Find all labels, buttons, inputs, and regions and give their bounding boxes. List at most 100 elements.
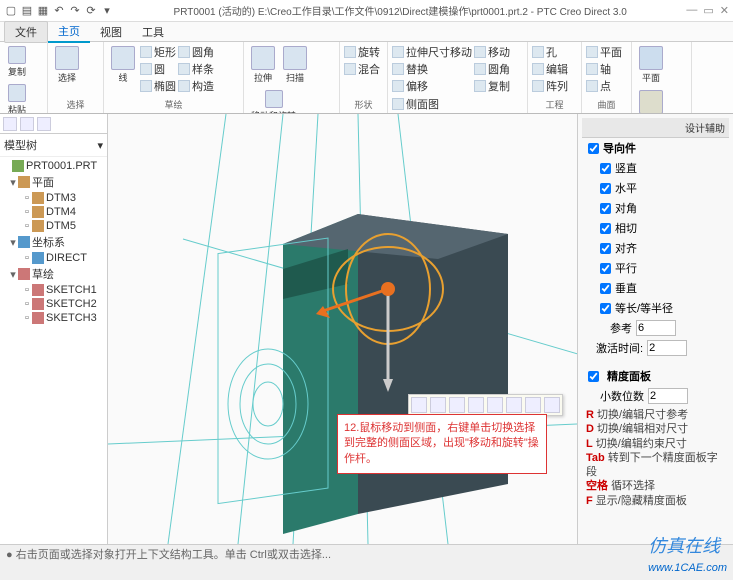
tab-view[interactable]: 视图 — [90, 22, 132, 42]
revolve-button[interactable]: 旋转 — [344, 44, 380, 60]
ribbon-group-shape: 旋转 混合 形状 — [340, 42, 388, 113]
paste-button[interactable]: 粘贴 — [4, 82, 30, 114]
offset2-button[interactable]: 偏移 — [392, 78, 472, 94]
save-icon[interactable]: ▦ — [36, 4, 50, 18]
ctx-btn6-icon[interactable] — [506, 397, 522, 413]
ctx-btn8-icon[interactable] — [544, 397, 560, 413]
redo-icon[interactable]: ↷ — [68, 4, 82, 18]
plane1-button[interactable]: 平面 — [586, 44, 622, 60]
moverotate-button[interactable]: 移动和旋转 — [248, 88, 299, 114]
ribbon-group-clipboard: 复制 粘贴 剪贴板 — [0, 42, 48, 113]
new-icon[interactable]: ▢ — [4, 4, 18, 18]
tree-tab1-icon[interactable] — [3, 117, 17, 131]
ctx-btn2-icon[interactable] — [430, 397, 446, 413]
close-win-icon[interactable]: ▾ — [100, 4, 114, 18]
move2-button[interactable]: 移动 — [474, 44, 510, 60]
check-parallel[interactable]: 平行 — [582, 258, 729, 278]
tree-tab2-icon[interactable] — [20, 117, 34, 131]
window-controls: — ▭ ✕ — [686, 4, 729, 17]
tree-tab3-icon[interactable] — [37, 117, 51, 131]
tab-home[interactable]: 主页 — [48, 21, 90, 43]
ellipse-button[interactable]: 椭圆 — [140, 78, 176, 94]
check-vertical[interactable]: 竖直 — [582, 158, 729, 178]
instruction-callout: 12.鼠标移动到侧面，右键单击切换选择到完整的侧面区域，出现"移动和旋转"操作杆… — [337, 414, 547, 474]
ribbon-group-edit: 拉伸尺寸移动 替换 偏移 移动 圆角 复制 侧面图 镜像 删除 编辑 — [388, 42, 528, 113]
line-button[interactable]: 线 — [108, 44, 138, 86]
check-align[interactable]: 对齐 — [582, 238, 729, 258]
hole-button[interactable]: 孔 — [532, 44, 568, 60]
precision-check[interactable]: 精度面板 — [582, 366, 729, 386]
status-bar: ● 右击页面或选择对象打开上下文结构工具。单击 Ctrl或双击选择... — [0, 544, 733, 562]
circle-button[interactable]: 圆 — [140, 61, 176, 77]
spline-button[interactable]: 样条 — [178, 61, 214, 77]
rnd-button[interactable]: 圆角 — [474, 61, 510, 77]
guide-check[interactable]: 导向件 — [582, 138, 729, 158]
edit2-button[interactable]: 编辑 — [532, 61, 568, 77]
quick-access-toolbar: ▢ ▤ ▦ ↶ ↷ ⟳ ▾ — [4, 4, 114, 18]
check-perp[interactable]: 垂直 — [582, 278, 729, 298]
tree-item[interactable]: ▫SKETCH1 — [0, 283, 107, 297]
profile-button[interactable]: 侧面图 — [392, 96, 439, 112]
check-tangent[interactable]: 相切 — [582, 218, 729, 238]
model-tree[interactable]: PRT0001.PRT ▾平面 ▫DTM3 ▫DTM4 ▫DTM5 ▾坐标系 ▫… — [0, 157, 107, 544]
tree-root[interactable]: PRT0001.PRT — [0, 159, 107, 173]
ribbon-group-datum: 平面 创建 基准 — [632, 42, 692, 113]
rect-button[interactable]: 矩形 — [140, 44, 176, 60]
minimize-icon[interactable]: — — [686, 4, 697, 17]
copy-button[interactable]: 复制 — [4, 44, 30, 80]
shortcut-hints: R 切换/编辑尺寸参考 D 切换/编辑相对尺寸 L 切换/编辑约束尺寸 Tab … — [582, 406, 729, 510]
check-diagonal[interactable]: 对角 — [582, 198, 729, 218]
tree-node-planes[interactable]: ▾平面 — [0, 173, 107, 191]
maximize-icon[interactable]: ▭ — [703, 4, 713, 17]
tree-node-coord[interactable]: ▾坐标系 — [0, 233, 107, 251]
extsize-button[interactable]: 拉伸尺寸移动 — [392, 44, 472, 60]
point-button[interactable]: 点 — [586, 78, 622, 94]
tree-item[interactable]: ▫DTM4 — [0, 205, 107, 219]
regen-icon[interactable]: ⟳ — [84, 4, 98, 18]
tree-item[interactable]: ▫DIRECT — [0, 251, 107, 265]
plane-button[interactable]: 平面 — [636, 44, 666, 86]
tab-tools[interactable]: 工具 — [132, 22, 174, 42]
window-title: PRT0001 (活动的) E:\Creo工作目录\工作文件\0912\Dire… — [114, 3, 686, 18]
construct-button[interactable]: 构造 — [178, 78, 214, 94]
tree-item[interactable]: ▫DTM5 — [0, 219, 107, 233]
tree-item[interactable]: ▫DTM3 — [0, 191, 107, 205]
tree-item[interactable]: ▫SKETCH3 — [0, 311, 107, 325]
ribbon-group-eng: 孔 编辑 阵列 工程 — [528, 42, 582, 113]
fillet-button[interactable]: 圆角 — [178, 44, 214, 60]
model-tree-panel: 模型树 ▾ PRT0001.PRT ▾平面 ▫DTM3 ▫DTM4 ▫DTM5 … — [0, 114, 108, 544]
3d-viewport[interactable]: 1CAE.COM — [108, 114, 577, 544]
check-horizontal[interactable]: 水平 — [582, 178, 729, 198]
page-watermark: 仿真在线 www.1CAE.com — [648, 532, 727, 574]
title-bar: ▢ ▤ ▦ ↶ ↷ ⟳ ▾ PRT0001 (活动的) E:\Creo工作目录\… — [0, 0, 733, 22]
axis-button[interactable]: 轴 — [586, 61, 622, 77]
decimals-row: 小数位数 — [582, 386, 729, 406]
ctx-btn1-icon[interactable] — [411, 397, 427, 413]
sweep-button[interactable]: 扫描 — [280, 44, 310, 86]
tree-node-sketch[interactable]: ▾草绘 — [0, 265, 107, 283]
pattern-button[interactable]: 阵列 — [532, 78, 568, 94]
open-icon[interactable]: ▤ — [20, 4, 34, 18]
ctx-btn3-icon[interactable] — [449, 397, 465, 413]
decimals-input[interactable] — [648, 388, 688, 404]
copy2-button[interactable]: 复制 — [474, 78, 510, 94]
file-menu[interactable]: 文件 — [4, 21, 48, 43]
blend-button[interactable]: 混合 — [344, 61, 380, 77]
check-equal[interactable]: 等长/等半径 — [582, 298, 729, 318]
ribbon: 复制 粘贴 剪贴板 选择 选择 线 矩形 圆 椭圆 圆角 样条 构造 草绘 拉伸 — [0, 42, 733, 114]
replace-button[interactable]: 替换 — [392, 61, 472, 77]
ribbon-tabs: 文件 主页 视图 工具 — [0, 22, 733, 42]
ctx-btn7-icon[interactable] — [525, 397, 541, 413]
tree-item[interactable]: ▫SKETCH2 — [0, 297, 107, 311]
extrude-button[interactable]: 拉伸 — [248, 44, 278, 86]
ref-input[interactable] — [636, 320, 676, 336]
select-button[interactable]: 选择 — [52, 44, 82, 86]
undo-icon[interactable]: ↶ — [52, 4, 66, 18]
ctx-btn5-icon[interactable] — [487, 397, 503, 413]
ctx-btn4-icon[interactable] — [468, 397, 484, 413]
ribbon-group-editsketch: 拉伸 扫描 移动和旋转 编辑草绘 — [244, 42, 340, 113]
anim-row: 激活时间: — [582, 338, 729, 358]
anim-input[interactable] — [647, 340, 687, 356]
close-icon[interactable]: ✕ — [720, 4, 729, 17]
create-button[interactable]: 创建 — [636, 88, 666, 114]
